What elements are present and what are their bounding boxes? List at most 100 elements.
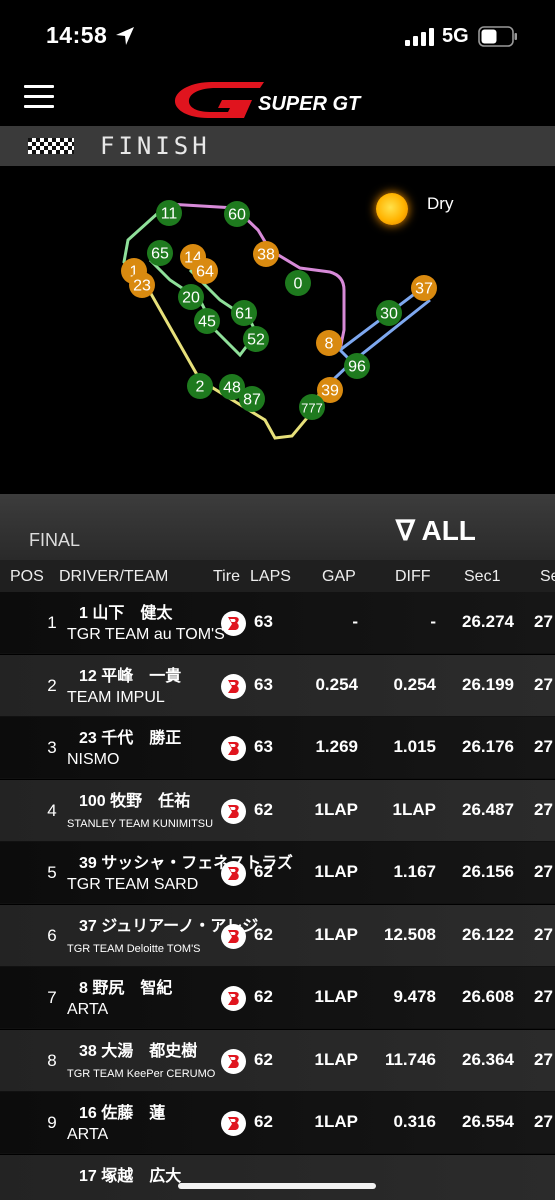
car-marker[interactable]: 87 <box>239 386 265 412</box>
col-laps: LAPS <box>250 568 291 585</box>
team-name: ARTA <box>67 1126 109 1143</box>
sector1-time: 26.364 <box>462 1049 514 1069</box>
diff: 11.746 <box>384 1049 436 1069</box>
battery-icon <box>478 26 517 47</box>
car-marker[interactable]: 52 <box>243 326 269 352</box>
gap: 1LAP <box>314 799 358 819</box>
diff: - <box>430 612 436 631</box>
sector2-time: 27 <box>534 674 553 694</box>
car-marker[interactable]: 30 <box>376 300 402 326</box>
sector1-time: 26.122 <box>462 924 514 944</box>
table-row[interactable]: 2 12 平峰 一貴 TEAM IMPUL 63 0.254 0.254 26.199 27 <box>0 654 555 717</box>
position: 8 <box>47 1050 57 1070</box>
diff: 0.316 <box>393 1112 436 1131</box>
car-number: 48 <box>223 380 241 397</box>
position: 4 <box>47 800 57 820</box>
laps: 63 <box>254 737 273 756</box>
car-marker[interactable]: 60 <box>224 201 250 227</box>
car-marker[interactable]: 0 <box>285 270 311 296</box>
sector2-time: 27 <box>534 1112 553 1131</box>
car-number: 38 <box>257 247 275 264</box>
table-row[interactable]: 4 100 牧野 任祐 STANLEY TEAM KUNIMITSU 62 1LAP 1L… <box>0 779 555 842</box>
team-name: STANLEY TEAM KUNIMITSU <box>67 817 214 830</box>
car-marker[interactable]: 61 <box>231 300 257 326</box>
car-marker[interactable]: 96 <box>344 353 370 379</box>
table-row[interactable]: 17 塚越 広大 <box>0 1154 555 1200</box>
car-marker[interactable]: 64 <box>192 258 218 284</box>
session-label: FINAL <box>29 530 81 550</box>
table-row[interactable]: 3 23 千代 勝正 NISMO 63 1.269 1.015 26.176 27 <box>0 717 555 779</box>
position: 9 <box>47 1113 57 1132</box>
table-row[interactable]: 6 37 ジュリアーノ・アレジ TGR TEAM Deloitte TOM'S 62 1… <box>0 904 555 967</box>
driver-name: 100 牧野 任祐 <box>79 792 191 810</box>
sector2-time: 27 <box>534 862 553 881</box>
diff: 12.508 <box>384 924 436 944</box>
team-name: TGR TEAM KeePer CERUMO <box>67 1067 216 1080</box>
driver-name: 1 山下 健太 <box>79 605 173 622</box>
laps: 62 <box>254 1049 273 1069</box>
car-marker[interactable]: 8 <box>316 330 342 356</box>
diff: 1.015 <box>393 737 436 756</box>
bridgestone-tire-icon <box>221 1048 246 1074</box>
bridgestone-tire-icon <box>221 861 246 886</box>
gap: 1LAP <box>314 862 358 881</box>
car-number: 2 <box>196 379 205 396</box>
race-status-bar: FINISH <box>0 126 555 166</box>
position: 7 <box>47 988 57 1007</box>
team-name: ARTA <box>67 1001 109 1018</box>
gap: 1LAP <box>314 924 358 944</box>
diff: 1LAP <box>392 799 436 819</box>
car-marker[interactable]: 38 <box>253 241 279 267</box>
col-diff: DIFF <box>395 568 431 585</box>
diff: 1.167 <box>393 862 436 881</box>
col-sec2: Se <box>540 568 555 585</box>
col-pos: POS <box>10 568 44 585</box>
team-name: TGR TEAM au TOM'S <box>67 626 225 643</box>
home-indicator[interactable] <box>178 1183 376 1189</box>
car-marker[interactable]: 20 <box>178 284 204 310</box>
table-row[interactable]: 8 38 大湯 都史樹 TGR TEAM KeePer CERUMO 62 1LAP 11… <box>0 1029 555 1092</box>
sector2-time: 27 <box>534 1049 553 1069</box>
car-marker[interactable]: 37 <box>411 275 437 301</box>
table-row[interactable]: 5 39 サッシャ・フェネストラズ TGR TEAM SARD 62 1LAP 1.167… <box>0 842 555 904</box>
gap: 0.254 <box>315 674 358 694</box>
car-number: 87 <box>243 392 261 409</box>
position: 2 <box>47 675 57 695</box>
car-marker[interactable]: 45 <box>194 308 220 334</box>
menu-icon[interactable] <box>24 85 54 109</box>
car-number: 0 <box>294 276 303 293</box>
results-table-header: POS DRIVER/TEAM Tire LAPS GAP DIFF Sec1 … <box>0 560 555 592</box>
sector2-time: 27 <box>534 737 553 756</box>
table-row[interactable]: 1 1 山下 健太 TGR TEAM au TOM'S 63 - - 26.274 27 <box>0 592 555 654</box>
laps: 62 <box>254 987 273 1006</box>
gap: 1LAP <box>314 1049 358 1069</box>
sunny-weather-icon <box>376 193 408 225</box>
laps: 62 <box>254 1112 273 1131</box>
sector1-time: 26.608 <box>462 987 514 1006</box>
sector2-time: 27 <box>534 799 553 819</box>
car-number: 777 <box>301 401 323 416</box>
status-time: 14:58 <box>46 22 108 48</box>
svg-text:SUPER GT: SUPER GT <box>258 93 362 115</box>
car-marker[interactable]: 2 <box>187 373 213 399</box>
driver-name: 38 大湯 都史樹 <box>79 1042 198 1060</box>
class-filter-dropdown[interactable]: ∇ ALL <box>396 514 476 547</box>
car-marker[interactable]: 65 <box>147 240 173 266</box>
driver-name: 23 千代 勝正 <box>79 730 182 747</box>
sector1-time: 26.487 <box>462 799 514 819</box>
gap: 1LAP <box>314 987 358 1006</box>
car-number: 64 <box>196 264 214 281</box>
super-gt-logo[interactable]: SUPER GT <box>172 78 387 122</box>
car-marker[interactable]: 777 <box>299 394 325 420</box>
position: 6 <box>47 925 57 945</box>
bridgestone-tire-icon <box>221 986 246 1011</box>
table-row[interactable]: 7 8 野尻 智紀 ARTA 62 1LAP 9.478 26.608 27 <box>0 967 555 1029</box>
car-marker[interactable]: 11 <box>156 200 182 226</box>
car-number: 61 <box>235 306 253 323</box>
sector1-time: 26.274 <box>462 612 514 631</box>
table-row[interactable]: 9 16 佐藤 蓮 ARTA 62 1LAP 0.316 26.554 27 <box>0 1092 555 1154</box>
weather-label: Dry <box>427 194 454 213</box>
car-number: 8 <box>325 336 334 353</box>
car-marker[interactable]: 23 <box>129 272 155 298</box>
checkered-flag-icon <box>28 138 74 154</box>
